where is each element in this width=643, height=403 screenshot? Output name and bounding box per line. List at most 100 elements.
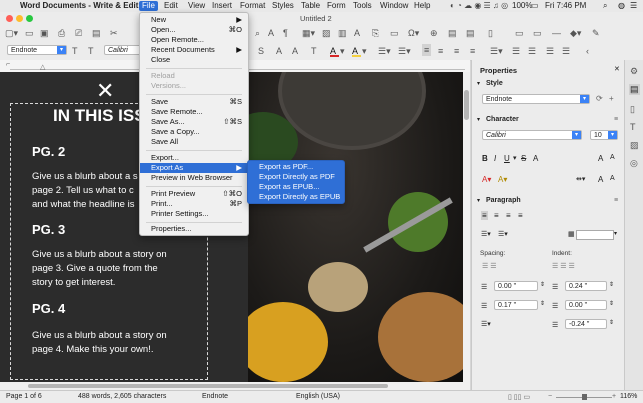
background-color-swatch[interactable] <box>576 230 614 240</box>
export-pdf-icon[interactable]: ⎙ <box>58 27 65 39</box>
gallery-tab-icon[interactable]: ▨ <box>630 140 639 151</box>
menu-item-open-remote[interactable]: Open Remote... <box>140 35 248 45</box>
indent-after-stepper-icon[interactable]: ⇕ <box>609 300 614 307</box>
menu-item-save[interactable]: Save ⌘S <box>140 97 248 107</box>
strikethrough-icon[interactable]: S <box>258 45 264 57</box>
menu-item-close[interactable]: Close <box>140 55 248 65</box>
menu-item-recent-documents[interactable]: Recent Documents ▶ <box>140 45 248 55</box>
minimize-window-button[interactable] <box>16 15 23 22</box>
insert-line-icon[interactable]: — <box>552 27 561 39</box>
paragraph-more-options-icon[interactable]: ≡ <box>614 197 618 204</box>
superscript-icon[interactable]: A <box>276 45 282 57</box>
character-more-options-icon[interactable]: ≡ <box>614 116 618 123</box>
notification-center-icon[interactable]: ☰ <box>630 1 637 11</box>
zoom-in-icon[interactable]: + <box>612 393 616 400</box>
print-preview-icon[interactable]: ▤ <box>92 27 101 39</box>
new-style-icon[interactable]: T <box>88 45 94 57</box>
horizontal-scrollbar[interactable] <box>0 382 470 390</box>
save-icon[interactable]: ▣ <box>40 27 49 39</box>
print-icon[interactable]: ⎚ <box>75 27 82 39</box>
bold-icon[interactable]: B <box>482 154 488 163</box>
subscript-icon[interactable]: A <box>292 45 298 57</box>
shadow-icon[interactable]: A <box>533 154 538 163</box>
spellcheck-icon[interactable]: A <box>268 27 274 39</box>
menu-item-export-as-pdf[interactable]: Export as PDF... <box>248 162 344 172</box>
sidebar-justify-icon[interactable]: ≡ <box>518 211 523 220</box>
menu-form[interactable]: Form <box>327 1 346 11</box>
sidebar-numbering-icon[interactable]: ☰▾ <box>498 230 508 238</box>
menu-item-preview-in-web-browser[interactable]: Preview in Web Browser <box>140 173 248 183</box>
underline-icon[interactable]: U <box>504 154 510 163</box>
zoom-out-icon[interactable]: − <box>548 393 552 400</box>
first-line-indent-stepper-icon[interactable]: ⇕ <box>609 319 614 326</box>
comment-icon[interactable]: ▭ <box>515 27 524 39</box>
sidebar-subscript-icon[interactable]: A <box>610 175 615 182</box>
menu-item-export-directly-as-pdf[interactable]: Export Directly as PDF <box>248 172 344 182</box>
page-style[interactable]: Endnote <box>202 393 228 400</box>
decrease-spacing-icon[interactable]: ☰ <box>528 45 536 57</box>
character-section-header[interactable]: Character <box>486 116 519 123</box>
paragraph-style-select[interactable]: Endnote ▾ <box>7 45 67 55</box>
menu-item-export-as-epub[interactable]: Export as EPUB... <box>248 182 344 192</box>
update-style-icon[interactable]: ⟳ <box>596 94 603 103</box>
update-style-icon[interactable]: T <box>72 45 78 57</box>
track-changes-icon[interactable]: ▭ <box>533 27 542 39</box>
style-section-header[interactable]: Style <box>486 80 503 87</box>
menu-item-export-as[interactable]: Export As ▶ <box>140 163 248 173</box>
new-document-icon[interactable]: ▢▾ <box>5 27 18 39</box>
sidebar-highlight-icon[interactable]: A▾ <box>498 175 507 184</box>
collapse-paragraph-icon[interactable]: ▾ <box>477 197 480 204</box>
vertical-scroll-thumb[interactable] <box>464 90 469 120</box>
app-menu[interactable]: Word Documents - Write & Edit <box>20 1 138 11</box>
menu-item-save-a-copy[interactable]: Save a Copy... <box>140 127 248 137</box>
line-spacing-icon[interactable]: ☰▾ <box>490 45 503 57</box>
spacing-below-input[interactable]: 0.17 " <box>494 300 538 310</box>
menu-item-export-directly-as-epub[interactable]: Export Directly as EPUB <box>248 192 344 202</box>
insert-textbox-icon[interactable]: A <box>354 27 360 39</box>
properties-tab-icon[interactable]: ▤ <box>629 84 640 95</box>
insert-field-icon[interactable]: ▭ <box>390 27 399 39</box>
menu-table[interactable]: Table <box>301 1 320 11</box>
indent-before-input[interactable]: 0.24 " <box>565 281 607 291</box>
insert-table-icon[interactable]: ▦▾ <box>302 27 315 39</box>
new-style-icon[interactable]: + <box>609 94 614 103</box>
hyperlink-icon[interactable]: ⊕ <box>430 27 438 39</box>
zoom-level[interactable]: 116% <box>620 393 637 400</box>
increase-indent-icon[interactable]: ☰ <box>546 45 554 57</box>
menu-file[interactable]: File <box>139 1 158 11</box>
menu-item-print-preview[interactable]: Print Preview ⇧⌘O <box>140 189 248 199</box>
clear-formatting-icon[interactable]: T <box>311 45 317 57</box>
styles-tab-icon[interactable]: T <box>630 122 636 132</box>
sidebar-bullets-icon[interactable]: ☰▾ <box>481 230 491 238</box>
page-count[interactable]: Page 1 of 6 <box>6 393 42 400</box>
sidebar-menu-icon[interactable]: ⚙ <box>630 66 638 77</box>
spacing-below-stepper-icon[interactable]: ⇕ <box>540 300 545 307</box>
menu-format[interactable]: Format <box>240 1 265 11</box>
page-tab-icon[interactable]: ▯ <box>630 104 635 115</box>
spacing-above-stepper-icon[interactable]: ⇕ <box>540 281 545 288</box>
grow-font-icon[interactable]: A <box>598 154 603 163</box>
menu-tools[interactable]: Tools <box>353 1 372 11</box>
menu-edit[interactable]: Edit <box>164 1 178 11</box>
decrease-indent-icon[interactable]: ☰ <box>562 45 570 57</box>
menu-insert[interactable]: Insert <box>212 1 232 11</box>
spotlight-icon[interactable]: ⌕ <box>603 1 607 11</box>
align-left-icon[interactable]: ≡ <box>422 44 432 56</box>
find-icon[interactable]: ⌕ <box>255 27 260 39</box>
highlight-color-icon[interactable]: A <box>352 45 361 57</box>
strikethrough-icon[interactable]: S <box>521 154 526 163</box>
font-color-icon[interactable]: A <box>330 45 339 57</box>
character-spacing-icon[interactable]: ⇹▾ <box>576 175 585 183</box>
indent-marker-icon[interactable]: △ <box>40 63 45 71</box>
menu-item-export[interactable]: Export... <box>140 153 248 163</box>
endnote-icon[interactable]: ▤ <box>466 27 475 39</box>
indent-buttons-icon[interactable]: ☰ ☰ ☰ <box>552 262 575 270</box>
sidebar-superscript-icon[interactable]: A <box>598 175 603 184</box>
align-right-icon[interactable]: ≡ <box>454 45 459 57</box>
formatting-marks-icon[interactable]: ¶ <box>283 27 288 39</box>
siri-icon[interactable]: ◍ <box>618 1 625 11</box>
paragraph-section-header[interactable]: Paragraph <box>486 197 521 204</box>
sidebar-align-center-icon[interactable]: ≡ <box>494 211 499 220</box>
font-size-select[interactable]: 10 ▾ <box>590 130 618 140</box>
open-icon[interactable]: ▭ <box>25 27 34 39</box>
